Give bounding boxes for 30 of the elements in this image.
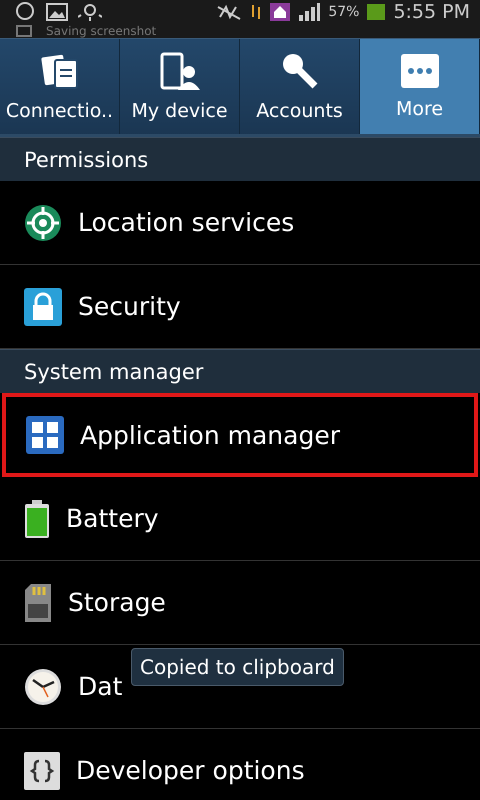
toast: Copied to clipboard [131,648,344,686]
tab[interactable]: More [360,39,480,134]
lock-icon [24,288,62,326]
notification-text: Saving screenshot [46,24,156,38]
target-icon [24,204,62,242]
tab[interactable]: Connectio.. [0,39,120,134]
home-icon [270,3,290,21]
settings-item[interactable]: Battery [0,477,480,561]
battery-icon [367,4,386,20]
settings-item[interactable]: Location services [0,181,480,265]
image-icon [46,3,68,21]
battery-icon [24,500,50,538]
settings-item[interactable]: Application manager [2,393,478,477]
clock-time: 5:55 PM [393,1,470,23]
more-icon [400,54,438,88]
section-header: System manager [0,349,480,393]
signal-icon [298,3,320,21]
battery-percent: 57% [328,4,360,20]
section-header: Permissions [0,137,480,181]
settings-item[interactable]: Developer options [0,729,480,800]
settings-item[interactable]: Storage [0,561,480,645]
clock-icon [24,668,62,706]
memory-card-icon [24,584,52,622]
grid-icon [26,416,64,454]
tab[interactable]: My device [120,39,240,134]
key-icon [280,52,318,90]
tab[interactable]: Accounts [240,39,360,134]
code-icon [24,752,60,790]
device-user-icon [160,52,200,90]
screenshot-icon [16,25,32,37]
